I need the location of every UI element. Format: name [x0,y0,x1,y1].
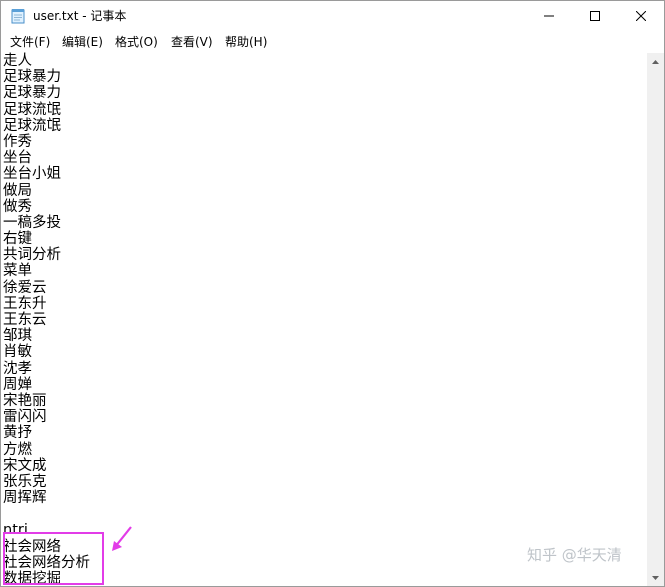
text-line: 周婵 [3,376,32,393]
text-line: 张乐克 [3,473,47,490]
title-bar[interactable]: user.txt - 记事本 [1,1,664,31]
maximize-button[interactable] [572,1,618,31]
text-line: 做局 [3,182,32,199]
minimize-icon [544,15,554,17]
menu-file[interactable]: 文件(F) [8,31,52,53]
text-line: 邹琪 [3,328,32,345]
text-line: 走人 [3,53,32,69]
menu-help[interactable]: 帮助(H) [223,31,269,53]
document-text[interactable]: 走人 足球暴力 足球暴力 足球流氓 足球流氓 作秀 坐台 坐台小姐 做局 做秀 一稿多投 右键 共词分析… [3,53,90,586]
text-line: 王东云 [3,312,47,328]
scroll-up-arrow-icon [652,59,659,64]
text-line: 周挥辉 [3,490,47,507]
text-line: 作秀 [3,133,32,150]
text-editor[interactable]: 走人 足球暴力 足球暴力 足球流氓 足球流氓 作秀 坐台 坐台小姐 做局 做秀 一稿多投 右键 共词分析… [1,53,647,586]
text-line: 王东升 [3,295,47,312]
text-line: 沈孝 [3,360,32,377]
notepad-icon [11,9,25,24]
menu-edit[interactable]: 编辑(E) [60,31,105,53]
vertical-scrollbar[interactable] [647,53,664,586]
menu-bar: 文件(F) 编辑(E) 格式(O) 查看(V) 帮助(H) [1,31,664,53]
text-line: 黄抒 [3,425,32,442]
text-line: 一稿多投 [3,214,61,231]
scroll-up-button[interactable] [647,53,664,70]
text-line: 雷闪闪 [3,409,47,426]
menu-view[interactable]: 查看(V) [169,31,215,53]
scroll-down-arrow-icon [652,575,659,580]
text-line [3,506,90,522]
scroll-down-button[interactable] [647,569,664,586]
text-line: 足球流氓 [3,117,61,134]
text-line: 足球暴力 [3,69,61,86]
text-line: 右键 [3,231,32,248]
maximize-icon [590,11,600,21]
close-icon [636,11,646,21]
minimize-button[interactable] [526,1,572,31]
text-line: 做秀 [3,198,32,215]
close-button[interactable] [618,1,664,31]
text-line: 坐台小姐 [3,166,61,183]
text-line: 宋文成 [3,457,47,474]
text-line: 菜单 [3,263,32,280]
window-title: user.txt - 记事本 [33,9,127,23]
text-line: 宋艳丽 [3,392,47,409]
menu-format[interactable]: 格式(O) [113,31,160,53]
text-line: 共词分析 [3,247,61,264]
text-line: 足球流氓 [3,101,61,118]
annotation-arrow-icon [112,526,132,551]
text-line: 肖敏 [3,344,32,361]
text-line: 足球暴力 [3,85,61,102]
annotation-highlight-box [3,532,104,585]
notepad-window: user.txt - 记事本 文件(F) 编辑(E) 格式(O) 查看(V) 帮… [0,0,665,587]
text-line: 方燃 [3,441,32,458]
watermark-text: 知乎 @华天清 [527,546,622,564]
text-line: 坐台 [3,150,32,167]
text-line: 徐爱云 [3,279,47,296]
